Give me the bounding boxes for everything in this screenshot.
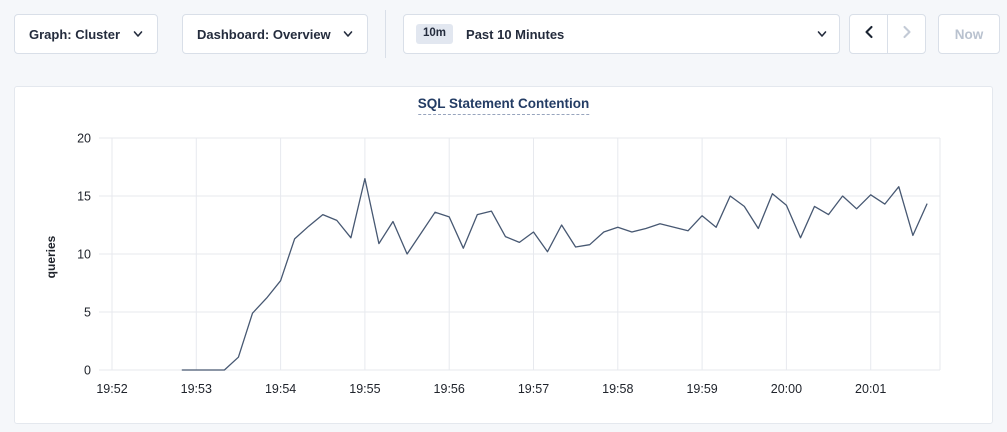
- time-range-selector[interactable]: 10m Past 10 Minutes: [403, 14, 840, 54]
- svg-text:19:57: 19:57: [518, 382, 549, 396]
- svg-text:20:01: 20:01: [855, 382, 886, 396]
- now-button-label: Now: [955, 27, 984, 42]
- top-toolbar: Graph: Cluster Dashboard: Overview 10m P…: [0, 0, 1007, 72]
- now-button[interactable]: Now: [938, 14, 1000, 54]
- toolbar-divider: [385, 10, 386, 58]
- time-range-badge: 10m: [416, 24, 453, 44]
- svg-text:19:59: 19:59: [686, 382, 717, 396]
- chevron-down-icon: [133, 29, 143, 39]
- svg-text:19:54: 19:54: [265, 382, 296, 396]
- svg-text:queries: queries: [44, 235, 58, 278]
- svg-text:5: 5: [84, 306, 91, 320]
- chevron-left-icon: [863, 25, 875, 44]
- graph-dropdown[interactable]: Graph: Cluster: [14, 14, 158, 54]
- svg-text:10: 10: [77, 248, 91, 262]
- svg-text:0: 0: [84, 364, 91, 378]
- time-range-label: Past 10 Minutes: [466, 27, 804, 42]
- dashboard-dropdown[interactable]: Dashboard: Overview: [182, 14, 368, 54]
- svg-text:19:56: 19:56: [434, 382, 465, 396]
- sql-statement-contention-chart[interactable]: 0 5 10 15 20 19:52 19:53 19:54 19:55 19:56 19:57 19…: [15, 87, 994, 425]
- chevron-down-icon: [817, 29, 827, 39]
- svg-text:20:00: 20:00: [771, 382, 802, 396]
- svg-text:19:58: 19:58: [602, 382, 633, 396]
- previous-time-window-button[interactable]: [850, 15, 887, 53]
- svg-text:15: 15: [77, 190, 91, 204]
- dashboard-dropdown-label: Dashboard: Overview: [197, 27, 331, 42]
- graph-dropdown-label: Graph: Cluster: [29, 27, 120, 42]
- time-window-pager: [849, 14, 926, 54]
- svg-text:19:55: 19:55: [349, 382, 380, 396]
- svg-text:20: 20: [77, 132, 91, 146]
- chart-card: SQL Statement Contention 0510152019:5219…: [14, 86, 993, 424]
- next-time-window-button[interactable]: [887, 15, 925, 53]
- chevron-down-icon: [343, 29, 353, 39]
- svg-text:19:52: 19:52: [96, 382, 127, 396]
- svg-text:19:53: 19:53: [181, 382, 212, 396]
- chevron-right-icon: [901, 25, 913, 44]
